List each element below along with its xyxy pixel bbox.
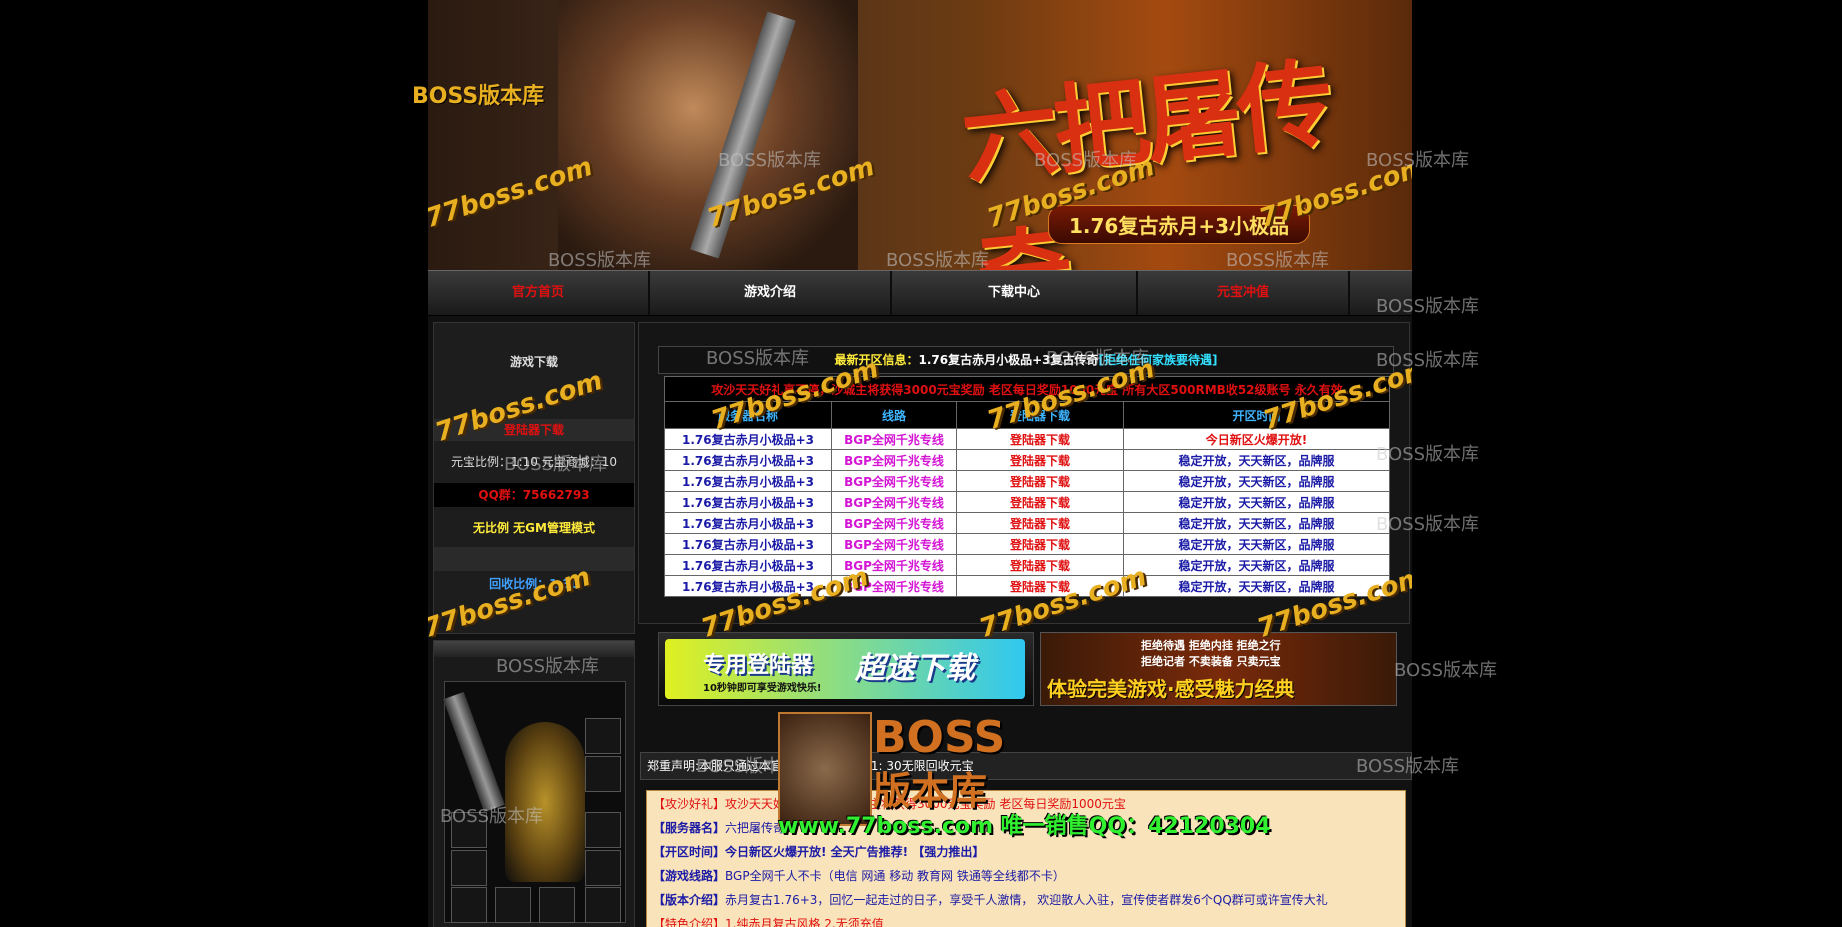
info-value: 赤月复古1.76+3，回忆一起走过的日子，享受千人激情， 欢迎散人入驻，宣传使者… [725, 893, 1328, 907]
server-name-cell: 1.76复古赤月小极品+3 [664, 491, 832, 513]
info-key: 【游戏线路】 [653, 869, 726, 883]
equip-slot-boots[interactable] [451, 887, 487, 923]
watermark-text: BOSS版本库 [496, 656, 600, 677]
logo-library-text: 版本库 [873, 769, 988, 813]
launcher-download-link[interactable]: 登陆器下载 [956, 428, 1124, 450]
table-row: 1.76复古赤月小极品+3 BGP全网千兆专线 登陆器下载 稳定开放，天天新区，品牌服 [664, 449, 1390, 471]
main-nav: 官方首页 游戏介绍 下载中心 元宝冲值 [428, 270, 1412, 316]
open-time-cell: 稳定开放，天天新区，品牌服 [1123, 512, 1390, 534]
qq-group[interactable]: QQ群：75662793 [434, 483, 634, 507]
info-value: 1.纯赤月复古风格 2.无须充值 [725, 917, 884, 927]
brand-watermark: BOSS版本库 [412, 84, 545, 109]
server-name-cell: 1.76复古赤月小极品+3 [664, 512, 832, 534]
launcher-ad-note: 10秒钟即可享受游戏快乐! [703, 683, 822, 694]
watermark-text: BOSS版本库 [886, 250, 990, 271]
server-name-cell: 1.76复古赤月小极品+3 [664, 533, 832, 555]
experience-ad-banner[interactable]: 拒绝待遇 拒绝内挂 拒绝之行 拒绝记者 不卖装备 只卖元宝 体验完美游戏·感受魅… [1040, 632, 1397, 706]
launcher-ad-speed: 超速下载 [855, 651, 975, 686]
info-row: 【版本介绍】赤月复古1.76+3，回忆一起走过的日子，享受千人激情， 欢迎散人入… [653, 891, 1328, 908]
info-row: 【游戏线路】BGP全网千人不卡（电信 网通 移动 教育网 铁通等全线都不卡） [653, 867, 1065, 884]
launcher-ad-banner[interactable]: 专用登陆器 超速下载 10秒钟即可享受游戏快乐! [658, 632, 1034, 706]
boss-logo: BOSS 版本库 [778, 712, 1060, 826]
table-row: 1.76复古赤月小极品+3 BGP全网千兆专线 登陆器下载 稳定开放，天天新区，品牌服 [664, 470, 1390, 492]
equip-slot-stone[interactable] [539, 887, 575, 923]
server-name-cell: 1.76复古赤月小极品+3 [664, 449, 832, 471]
open-time-cell: 稳定开放，天天新区，品牌服 [1123, 470, 1390, 492]
character-panel [433, 640, 635, 927]
info-key: 【开区时间】 [653, 845, 726, 859]
server-line-cell: BGP全网千兆专线 [831, 533, 957, 555]
equip-slot-charm[interactable] [585, 887, 621, 923]
info-row: 【服务器名】六把屠传奇 [653, 819, 785, 836]
watermark-text: BOSS版本库 [1376, 514, 1480, 535]
info-key: 【攻沙好礼】 [653, 797, 726, 811]
equip-slot-belt[interactable] [495, 887, 531, 923]
info-value: 六把屠传奇 [725, 821, 786, 835]
watermark-text: BOSS版本库 [440, 806, 544, 827]
table-row: 1.76复古赤月小极品+3 BGP全网千兆专线 登陆器下载 稳定开放，天天新区，品牌服 [664, 554, 1390, 576]
weapon-image [443, 691, 505, 813]
launcher-download-link[interactable]: 登陆器下载 [956, 449, 1124, 471]
watermark-text: BOSS版本库 [504, 454, 608, 475]
watermark-text: BOSS版本库 [1394, 660, 1498, 681]
info-value: BGP全网千人不卡（电信 网通 移动 教育网 铁通等全线都不卡） [725, 869, 1065, 883]
launcher-download-link[interactable]: 登陆器下载 [956, 491, 1124, 513]
equip-slot-necklace[interactable] [585, 718, 621, 754]
server-line-cell: BGP全网千兆专线 [831, 512, 957, 534]
col-line: 线路 [831, 401, 957, 429]
watermark-text: BOSS版本库 [1356, 756, 1460, 777]
info-row: 【特色介绍】1.纯赤月复古风格 2.无须充值 [653, 915, 884, 927]
server-line-cell: BGP全网千兆专线 [831, 428, 957, 450]
info-value: 今日新区火爆开放! 全天广告推荐! 【强力推出】 [725, 845, 985, 859]
download-title: 游戏下载 [509, 355, 558, 369]
experience-ad-slogan: 体验完美游戏·感受魅力经典 [1047, 677, 1295, 701]
watermark-text: BOSS版本库 [706, 348, 810, 369]
info-key: 【版本介绍】 [653, 893, 726, 907]
logo-boss-text: BOSS [873, 712, 1006, 763]
sidebar-spacer [434, 547, 634, 571]
server-name-cell: 1.76复古赤月小极品+3 [664, 554, 832, 576]
watermark-text: BOSS版本库 [1226, 250, 1330, 271]
watermark-text: BOSS版本库 [1376, 296, 1480, 317]
open-time-cell: 稳定开放，天天新区，品牌服 [1123, 533, 1390, 555]
launcher-ad-title: 专用登陆器 [703, 653, 814, 678]
table-row: 1.76复古赤月小极品+3 BGP全网千兆专线 登陆器下载 稳定开放，天天新区，品牌服 [664, 491, 1390, 513]
open-time-cell: 今日新区火爆开放! [1123, 428, 1390, 450]
open-time-cell: 稳定开放，天天新区，品牌服 [1123, 554, 1390, 576]
watermark-text: BOSS版本库 [1366, 150, 1470, 171]
info-row: 【开区时间】今日新区火爆开放! 全天广告推荐! 【强力推出】 [653, 843, 984, 860]
nav-download[interactable]: 下载中心 [892, 271, 1138, 315]
nav-home[interactable]: 官方首页 [428, 271, 650, 315]
launcher-download-link[interactable]: 登陆器下载 [956, 554, 1124, 576]
experience-ad-line2: 拒绝记者 不卖装备 只卖元宝 [1141, 655, 1281, 668]
nav-game-intro[interactable]: 游戏介绍 [650, 271, 892, 315]
table-row: 1.76复古赤月小极品+3 BGP全网千兆专线 登陆器下载 稳定开放，天天新区，品牌服 [664, 512, 1390, 534]
table-row: 1.76复古赤月小极品+3 BGP全网千兆专线 登陆器下载 稳定开放，天天新区，品牌服 [664, 533, 1390, 555]
open-time-cell: 稳定开放，天天新区，品牌服 [1123, 491, 1390, 513]
experience-ad-line1: 拒绝待遇 拒绝内挂 拒绝之行 [1141, 639, 1281, 652]
server-line-cell: BGP全网千兆专线 [831, 449, 957, 471]
launcher-download-link[interactable]: 登陆器下载 [956, 533, 1124, 555]
server-name-cell: 1.76复古赤月小极品+3 [664, 470, 832, 492]
info-key: 【特色介绍】 [653, 917, 726, 927]
launcher-download-link[interactable]: 登陆器下载 [956, 512, 1124, 534]
equip-slot-amulet[interactable] [585, 756, 621, 792]
equip-slot-ring-left[interactable] [451, 850, 487, 886]
server-name-cell: 1.76复古赤月小极品+3 [664, 428, 832, 450]
equip-slot-ring-right[interactable] [585, 850, 621, 886]
nav-recharge[interactable]: 元宝冲值 [1138, 271, 1350, 315]
watermark-text: BOSS版本库 [548, 250, 652, 271]
server-line-cell: BGP全网千兆专线 [831, 491, 957, 513]
info-key: 【服务器名】 [653, 821, 726, 835]
launcher-ad-inner: 专用登陆器 超速下载 10秒钟即可享受游戏快乐! [665, 639, 1025, 699]
server-line-cell: BGP全网千兆专线 [831, 470, 957, 492]
server-mode: 无比例 无GM管理模式 [473, 521, 595, 535]
watermark-text: BOSS版本库 [1376, 444, 1480, 465]
launcher-download-link[interactable]: 登陆器下载 [956, 470, 1124, 492]
sales-contact-watermark: www.77boss.com 唯一销售QQ：42120304 [778, 814, 1271, 839]
watermark-text: BOSS版本库 [1376, 350, 1480, 371]
watermark-text: BOSS版本库 [718, 150, 822, 171]
equip-slot-bracelet-right[interactable] [585, 812, 621, 848]
open-time-cell: 稳定开放，天天新区，品牌服 [1123, 449, 1390, 471]
